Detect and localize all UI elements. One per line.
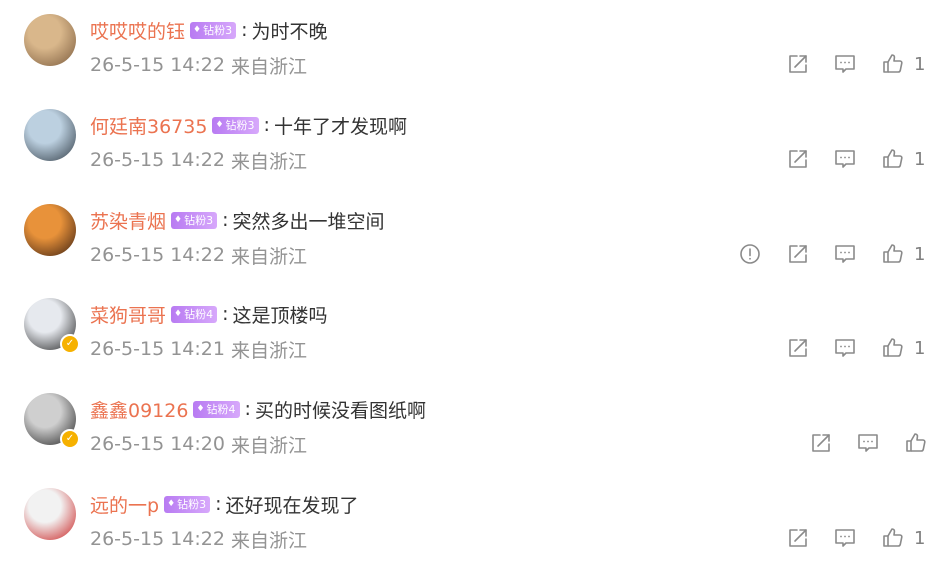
report-button[interactable] [738, 242, 764, 268]
comment-actions: 1 [0, 526, 944, 552]
share-button[interactable] [786, 242, 812, 268]
like-button[interactable] [881, 52, 907, 78]
like-icon [881, 52, 907, 76]
comment-text: 十年了才发现啊 [273, 115, 407, 138]
report-icon [738, 242, 764, 266]
comment-actions: 1 [0, 336, 944, 362]
comment-button[interactable] [833, 336, 859, 362]
separator: : [263, 114, 270, 136]
comment-icon [833, 336, 859, 360]
like-icon [904, 431, 930, 455]
like-button[interactable] [881, 147, 907, 173]
fan-badge-label: 钻粉4 [206, 402, 236, 416]
share-icon [786, 147, 812, 171]
share-icon [809, 431, 835, 455]
comment-actions: 1 [0, 52, 944, 78]
share-icon [786, 52, 812, 76]
share-icon [786, 242, 812, 266]
comment-text: 买的时候没看图纸啊 [254, 399, 426, 422]
separator: : [222, 303, 229, 325]
fan-badge[interactable]: ♦ 钻粉3 [171, 211, 218, 229]
like-count: 1 [914, 149, 926, 170]
comment-line: 远的一p ♦ 钻粉3: 还好现在发现了 [90, 490, 359, 518]
comment-button[interactable] [833, 147, 859, 173]
comment-actions: 1 [0, 242, 944, 268]
fan-badge[interactable]: ♦ 钻粉3 [190, 21, 237, 39]
comment-button[interactable] [833, 526, 859, 552]
like-icon [881, 147, 907, 171]
share-button[interactable] [786, 52, 812, 78]
diamond-icon: ♦ [174, 214, 183, 225]
fan-badge[interactable]: ♦ 钻粉4 [171, 305, 218, 323]
separator: : [241, 19, 248, 41]
comment-text: 为时不晚 [251, 20, 328, 43]
comment-item: 何廷南36735 ♦ 钻粉3: 十年了才发现啊 26-5-15 14:22 来自浙江 1 [0, 95, 944, 175]
like-button[interactable] [881, 336, 907, 362]
comment-item: 苏染青烟 ♦ 钻粉3: 突然多出一堆空间 26-5-15 14:22 来自浙江 1 [0, 190, 944, 270]
comment-item: ✓ 菜狗哥哥 ♦ 钻粉4: 这是顶楼吗 26-5-15 14:21 来自浙江 1 [0, 284, 944, 364]
like-icon [881, 526, 907, 550]
comment-actions: 1 [0, 147, 944, 173]
comment-line: 鑫鑫09126 ♦ 钻粉4: 买的时候没看图纸啊 [90, 395, 426, 423]
like-count: 1 [914, 244, 926, 265]
comment-text: 突然多出一堆空间 [232, 210, 385, 233]
fan-badge-label: 钻粉3 [177, 497, 207, 511]
fan-badge[interactable]: ♦ 钻粉4 [193, 400, 240, 418]
separator: : [215, 493, 222, 515]
comment-icon [833, 242, 859, 266]
like-button[interactable] [881, 242, 907, 268]
comment-line: 哎哎哎的钰 ♦ 钻粉3: 为时不晚 [90, 16, 328, 44]
diamond-icon: ♦ [167, 498, 176, 509]
separator: : [222, 209, 229, 231]
comment-icon [833, 526, 859, 550]
share-icon [786, 526, 812, 550]
comment-line: 何廷南36735 ♦ 钻粉3: 十年了才发现啊 [90, 111, 407, 139]
like-count: 1 [914, 54, 926, 75]
comment-button[interactable] [833, 52, 859, 78]
comment-text: 这是顶楼吗 [232, 304, 328, 327]
username-link[interactable]: 苏染青烟 [90, 207, 166, 234]
share-button[interactable] [809, 431, 835, 457]
comment-item: ✓ 鑫鑫09126 ♦ 钻粉4: 买的时候没看图纸啊 26-5-15 14:20 来自浙江 [0, 379, 944, 459]
comment-text: 还好现在发现了 [225, 494, 359, 517]
comment-line: 苏染青烟 ♦ 钻粉3: 突然多出一堆空间 [90, 206, 385, 234]
like-button[interactable] [904, 431, 930, 457]
username-link[interactable]: 菜狗哥哥 [90, 301, 166, 328]
comment-button[interactable] [833, 242, 859, 268]
like-count: 1 [914, 338, 926, 359]
username-link[interactable]: 何廷南36735 [90, 112, 207, 139]
comment-button[interactable] [856, 431, 882, 457]
comment-icon [833, 52, 859, 76]
fan-badge-label: 钻粉4 [184, 307, 214, 321]
fan-badge[interactable]: ♦ 钻粉3 [164, 495, 211, 513]
like-button[interactable] [881, 526, 907, 552]
diamond-icon: ♦ [215, 119, 224, 130]
comment-icon [856, 431, 882, 455]
comment-item: 远的一p ♦ 钻粉3: 还好现在发现了 26-5-15 14:22 来自浙江 1 [0, 474, 944, 554]
fan-badge-label: 钻粉3 [184, 213, 214, 227]
comment-item: 哎哎哎的钰 ♦ 钻粉3: 为时不晚 26-5-15 14:22 来自浙江 1 [0, 0, 944, 80]
fan-badge-label: 钻粉3 [203, 23, 233, 37]
comment-icon [833, 147, 859, 171]
diamond-icon: ♦ [174, 308, 183, 319]
diamond-icon: ♦ [196, 403, 205, 414]
share-icon [786, 336, 812, 360]
username-link[interactable]: 远的一p [90, 491, 159, 518]
username-link[interactable]: 哎哎哎的钰 [90, 17, 185, 44]
share-button[interactable] [786, 336, 812, 362]
username-link[interactable]: 鑫鑫09126 [90, 396, 188, 423]
share-button[interactable] [786, 526, 812, 552]
diamond-icon: ♦ [193, 24, 202, 35]
like-icon [881, 336, 907, 360]
share-button[interactable] [786, 147, 812, 173]
fan-badge-label: 钻粉3 [225, 118, 255, 132]
comment-actions [0, 431, 944, 457]
like-count: 1 [914, 528, 926, 549]
comment-line: 菜狗哥哥 ♦ 钻粉4: 这是顶楼吗 [90, 300, 328, 328]
separator: : [244, 398, 251, 420]
like-icon [881, 242, 907, 266]
fan-badge[interactable]: ♦ 钻粉3 [212, 116, 259, 134]
